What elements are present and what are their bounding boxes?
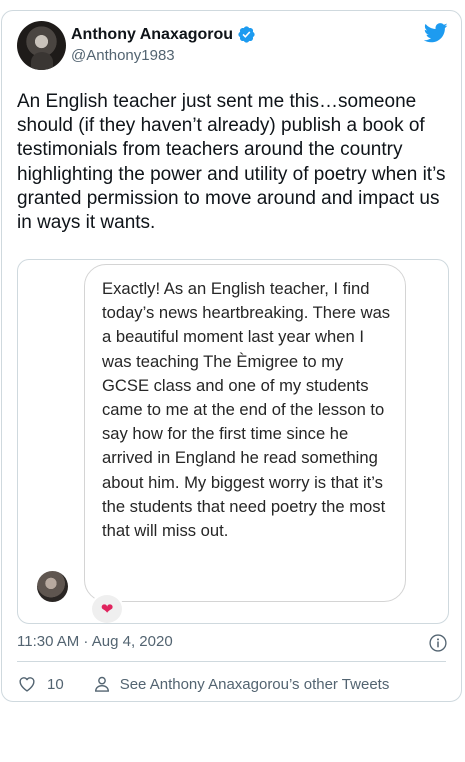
other-tweets-link[interactable]: See Anthony Anaxagorou’s other Tweets: [120, 676, 390, 693]
author-name[interactable]: Anthony Anaxagorou: [71, 26, 233, 44]
tweet-media-image[interactable]: Exactly! As an English teacher, I find t…: [17, 259, 449, 624]
tweet-card: Anthony Anaxagorou @Anthony1983 An Engli…: [1, 10, 462, 702]
heart-reaction-icon: ❤: [90, 593, 124, 623]
sender-avatar: [37, 571, 68, 602]
message-bubble: Exactly! As an English teacher, I find t…: [84, 264, 406, 602]
tweet-timestamp[interactable]: 11:30 AM · Aug 4, 2020: [17, 633, 173, 650]
divider: [17, 661, 446, 662]
author-name-row: Anthony Anaxagorou: [71, 25, 256, 44]
like-count[interactable]: 10: [47, 676, 64, 693]
info-icon[interactable]: [428, 633, 448, 653]
twitter-bird-icon[interactable]: [424, 23, 448, 43]
author-avatar[interactable]: [17, 21, 66, 70]
tweet-text: An English teacher just sent me this…som…: [17, 91, 446, 234]
message-text: Exactly! As an English teacher, I find t…: [102, 279, 391, 541]
author-handle[interactable]: @Anthony1983: [71, 47, 175, 64]
verified-badge-icon: [238, 26, 255, 43]
tweet-actions: 10 See Anthony Anaxagorou’s other Tweets: [17, 674, 389, 694]
person-icon: [94, 676, 109, 692]
heart-icon[interactable]: [17, 674, 37, 694]
